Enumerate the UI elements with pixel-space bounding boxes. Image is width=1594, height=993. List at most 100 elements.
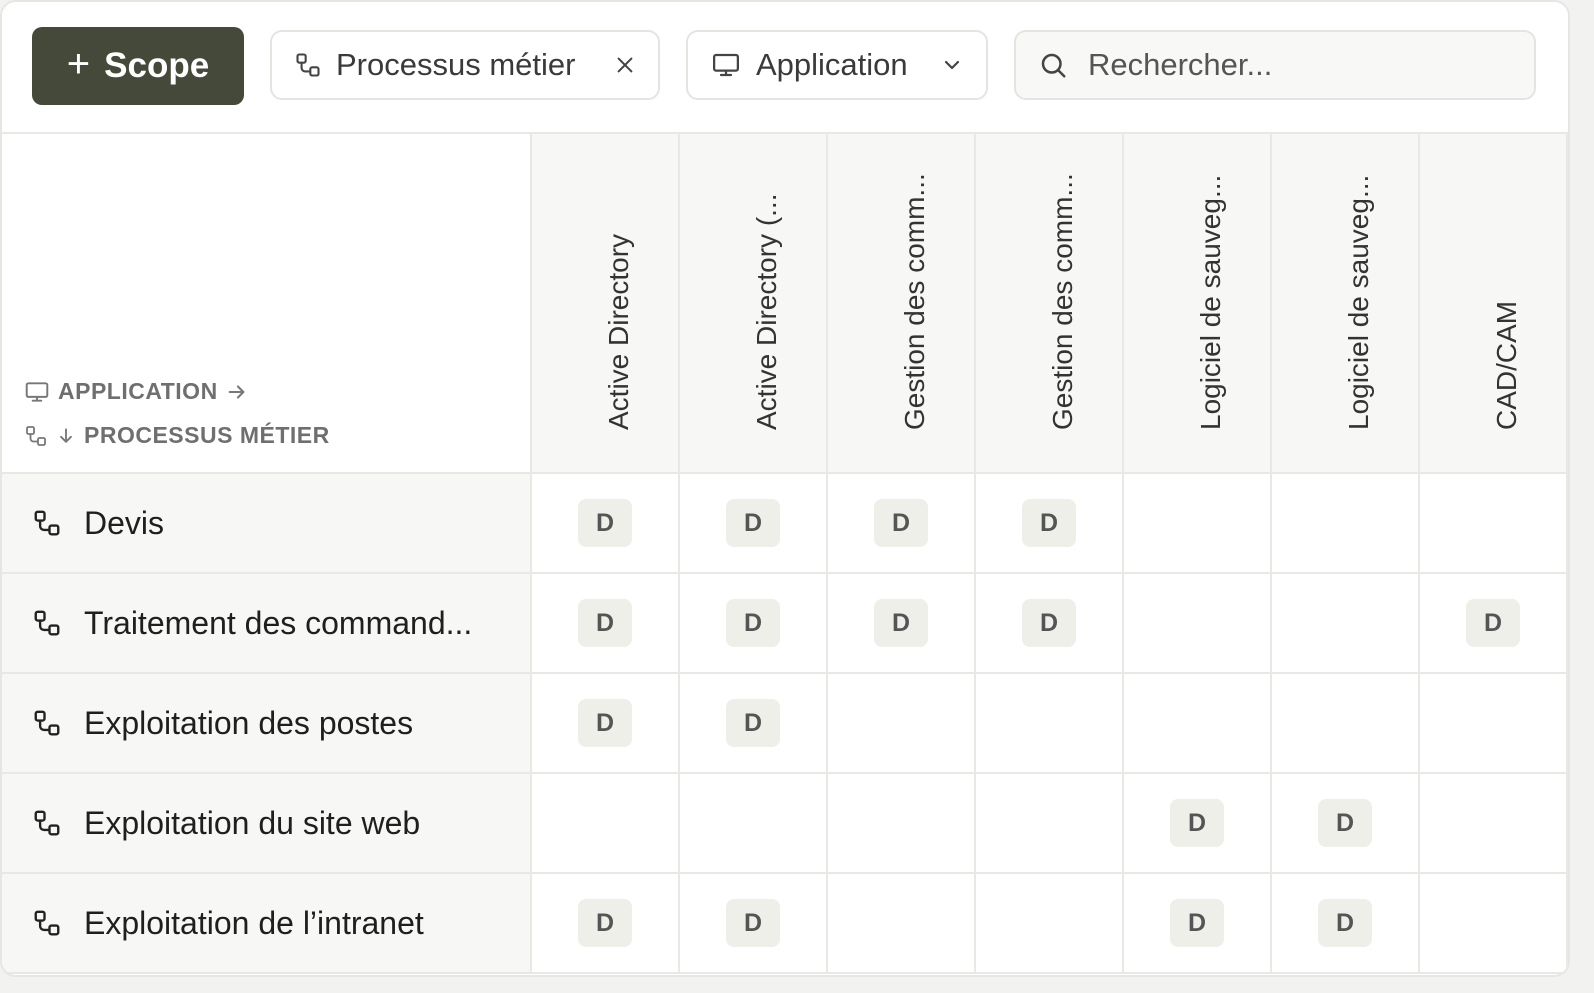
- matrix-cell[interactable]: D: [1272, 874, 1420, 974]
- matrix-cell[interactable]: [828, 774, 976, 874]
- process-icon: [32, 808, 62, 838]
- process-icon: [32, 508, 62, 538]
- column-header[interactable]: Logiciel de sauveg...: [1124, 134, 1272, 474]
- matrix-cell[interactable]: [976, 674, 1124, 774]
- column-header[interactable]: Active Directory (...: [680, 134, 828, 474]
- column-header-label: Gestion des comm...: [899, 173, 930, 430]
- matrix-cell[interactable]: [976, 774, 1124, 874]
- row-header[interactable]: Exploitation des postes: [2, 674, 532, 774]
- chevron-down-icon: [940, 53, 964, 77]
- matrix-cell[interactable]: [828, 674, 976, 774]
- search-box[interactable]: [1014, 30, 1536, 100]
- matrix-cell[interactable]: [1420, 674, 1568, 774]
- matrix-cell[interactable]: D: [680, 474, 828, 574]
- process-icon: [32, 908, 62, 938]
- relation-badge[interactable]: D: [578, 599, 632, 647]
- row-header[interactable]: Traitement des command...: [2, 574, 532, 674]
- column-header[interactable]: Logiciel de sauveg...: [1272, 134, 1420, 474]
- matrix-cell[interactable]: [1420, 774, 1568, 874]
- search-input[interactable]: [1086, 46, 1490, 84]
- relation-badge[interactable]: D: [874, 499, 928, 547]
- search-icon: [1038, 50, 1068, 80]
- row-header-label: Traitement des command...: [84, 604, 473, 641]
- matrix-cell[interactable]: D: [532, 474, 680, 574]
- matrix-cell[interactable]: [532, 774, 680, 874]
- process-icon: [24, 424, 48, 448]
- matrix-cell[interactable]: [1124, 574, 1272, 674]
- relation-badge[interactable]: D: [1318, 899, 1372, 947]
- matrix-cell[interactable]: D: [680, 874, 828, 974]
- relation-badge[interactable]: D: [1022, 599, 1076, 647]
- matrix-cell[interactable]: [1124, 674, 1272, 774]
- process-filter-label: Processus métier: [336, 47, 576, 82]
- matrix-cell[interactable]: [1124, 474, 1272, 574]
- add-scope-button[interactable]: + Scope: [32, 27, 244, 105]
- toolbar: + Scope Processus métier Application Rec…: [2, 2, 1568, 134]
- row-header-label: Exploitation du site web: [84, 804, 421, 841]
- relation-badge[interactable]: D: [726, 499, 780, 547]
- matrix-cell[interactable]: [1420, 474, 1568, 574]
- relation-badge[interactable]: D: [874, 599, 928, 647]
- process-icon: [32, 608, 62, 638]
- axis-columns-label: APPLICATION: [24, 378, 248, 405]
- column-header[interactable]: Gestion des comm...: [828, 134, 976, 474]
- process-icon: [294, 51, 322, 79]
- matrix-cell[interactable]: D: [1272, 774, 1420, 874]
- row-header[interactable]: Exploitation de l’intranet: [2, 874, 532, 974]
- relation-badge[interactable]: D: [1022, 499, 1076, 547]
- matrix-cell[interactable]: [680, 774, 828, 874]
- matrix-cell[interactable]: [1272, 674, 1420, 774]
- relation-badge[interactable]: D: [1318, 799, 1372, 847]
- matrix-cell[interactable]: D: [976, 574, 1124, 674]
- close-icon[interactable]: [614, 54, 636, 76]
- process-filter-chip[interactable]: Processus métier: [270, 30, 660, 100]
- matrix-cell[interactable]: [1272, 574, 1420, 674]
- matrix-cell[interactable]: [976, 874, 1124, 974]
- matrix-cell[interactable]: D: [1124, 774, 1272, 874]
- relation-badge[interactable]: D: [726, 699, 780, 747]
- matrix-cell[interactable]: D: [680, 574, 828, 674]
- application-filter-dropdown[interactable]: Application: [686, 30, 988, 100]
- matrix-cell[interactable]: D: [532, 574, 680, 674]
- relation-badge[interactable]: D: [578, 699, 632, 747]
- matrix-cell[interactable]: D: [680, 674, 828, 774]
- matrix-cell[interactable]: D: [1124, 874, 1272, 974]
- relation-badge[interactable]: D: [1466, 599, 1520, 647]
- column-header[interactable]: Active Directory: [532, 134, 680, 474]
- monitor-icon: [24, 379, 50, 405]
- column-header[interactable]: Gestion des comm...: [976, 134, 1124, 474]
- column-header-label: Logiciel de sauveg...: [1195, 174, 1226, 430]
- row-header-label: Devis: [84, 504, 165, 541]
- matrix-cell[interactable]: D: [1420, 574, 1568, 674]
- scope-button-label: Scope: [104, 46, 210, 85]
- matrix-cell[interactable]: [1272, 474, 1420, 574]
- arrow-right-icon: [226, 381, 248, 403]
- relation-badge[interactable]: D: [578, 899, 632, 947]
- matrix-cell[interactable]: [1420, 874, 1568, 974]
- plus-icon: +: [66, 42, 91, 86]
- process-icon: [32, 708, 62, 738]
- relation-badge[interactable]: D: [1170, 899, 1224, 947]
- column-header-label: Logiciel de sauveg...: [1343, 174, 1374, 430]
- column-header[interactable]: CAD/CAM: [1420, 134, 1568, 474]
- matrix-card: + Scope Processus métier Application Rec…: [0, 0, 1570, 977]
- matrix-cell[interactable]: D: [532, 674, 680, 774]
- row-header[interactable]: Devis: [2, 474, 532, 574]
- matrix-cell[interactable]: D: [828, 574, 976, 674]
- relation-badge[interactable]: D: [578, 499, 632, 547]
- matrix-cell[interactable]: D: [828, 474, 976, 574]
- row-header[interactable]: Exploitation du site web: [2, 774, 532, 874]
- column-header-label: Gestion des comm...: [1047, 173, 1078, 430]
- monitor-icon: [710, 50, 742, 80]
- matrix-cell[interactable]: D: [976, 474, 1124, 574]
- relation-badge[interactable]: D: [1170, 799, 1224, 847]
- row-header-label: Exploitation des postes: [84, 704, 414, 741]
- matrix-corner-header: APPLICATION PROCESSUS MÉTIER: [2, 134, 532, 474]
- axis-rows-label: PROCESSUS MÉTIER: [24, 422, 330, 449]
- relation-badge[interactable]: D: [726, 599, 780, 647]
- relation-badge[interactable]: D: [726, 899, 780, 947]
- matrix-cell[interactable]: [828, 874, 976, 974]
- row-header-label: Exploitation de l’intranet: [84, 904, 424, 941]
- matrix-cell[interactable]: D: [532, 874, 680, 974]
- column-header-label: CAD/CAM: [1491, 300, 1522, 430]
